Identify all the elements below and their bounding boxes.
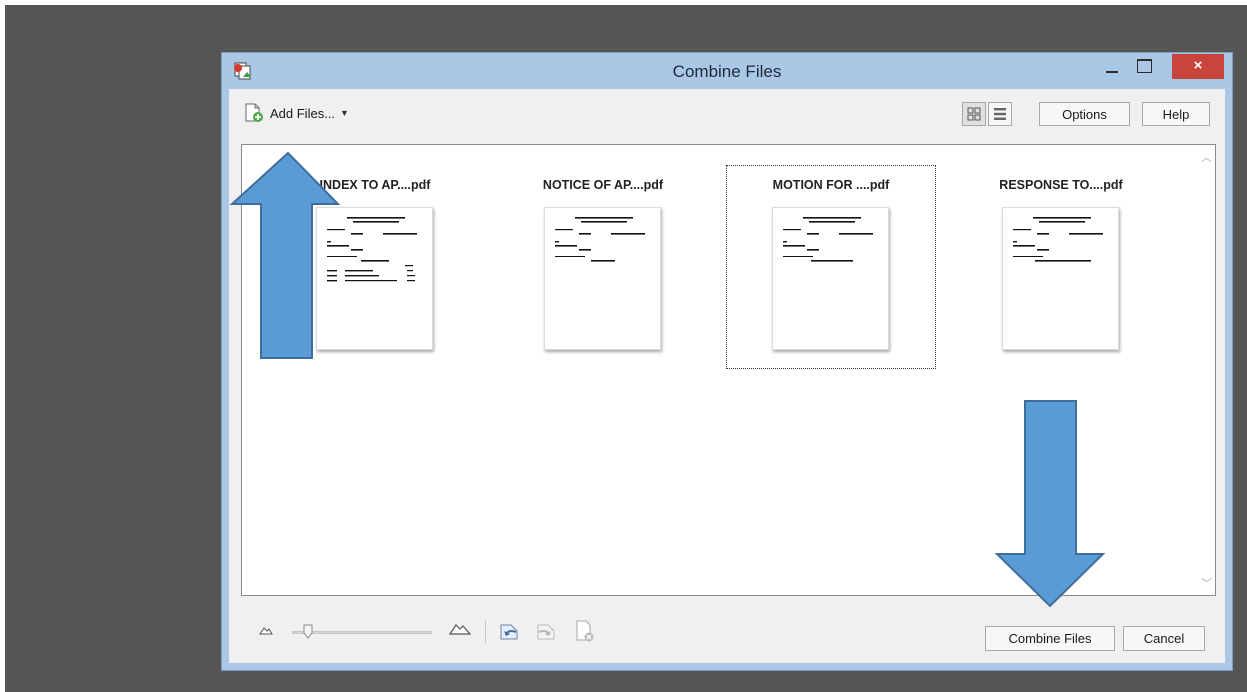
scroll-down-icon[interactable]: ﹀ <box>1201 575 1212 591</box>
thumbnail-view-button[interactable] <box>962 102 986 126</box>
scroll-up-icon[interactable]: ︿ <box>1201 149 1212 165</box>
add-files-button[interactable]: Add Files... ▼ <box>243 100 349 126</box>
zoom-out-icon[interactable] <box>259 625 273 635</box>
page-thumbnail <box>544 207 661 350</box>
zoom-in-icon[interactable] <box>449 621 471 635</box>
page-thumbnail <box>772 207 889 350</box>
chevron-down-icon[interactable]: ▼ <box>340 108 349 118</box>
cancel-button[interactable]: Cancel <box>1123 626 1205 651</box>
file-item[interactable]: RESPONSE TO....pdf <box>956 145 1166 373</box>
bottom-bar: Combine Files Cancel <box>229 604 1225 654</box>
combine-files-button[interactable]: Combine Files <box>985 626 1115 651</box>
toolbar-divider <box>485 620 486 643</box>
undo-icon[interactable] <box>497 622 521 642</box>
list-view-button[interactable] <box>988 102 1012 126</box>
minimize-button[interactable] <box>1097 54 1127 79</box>
title-bar: Combine Files × <box>222 53 1232 89</box>
file-item[interactable]: NOTICE OF AP....pdf <box>498 145 708 373</box>
options-button[interactable]: Options <box>1039 102 1130 126</box>
help-button[interactable]: Help <box>1142 102 1210 126</box>
close-button[interactable]: × <box>1172 54 1224 79</box>
maximize-button[interactable] <box>1128 54 1158 79</box>
annotation-arrow-up <box>229 151 341 359</box>
redo-icon[interactable] <box>534 622 558 642</box>
add-file-icon <box>245 103 263 122</box>
page-thumbnail <box>1002 207 1119 350</box>
zoom-slider-thumb[interactable] <box>303 624 313 639</box>
file-name: RESPONSE TO....pdf <box>999 178 1123 192</box>
add-files-label: Add Files... <box>270 105 336 121</box>
file-name: MOTION FOR ....pdf <box>772 178 890 192</box>
annotation-arrow-down <box>994 400 1106 608</box>
list-view-icon <box>994 108 1006 120</box>
zoom-slider[interactable] <box>292 631 432 634</box>
window-title: Combine Files <box>672 62 782 81</box>
file-item[interactable]: MOTION FOR ....pdf <box>726 145 936 373</box>
remove-file-icon[interactable] <box>574 619 596 643</box>
thumbnail-view-icon <box>967 107 981 121</box>
file-name: NOTICE OF AP....pdf <box>542 178 664 192</box>
